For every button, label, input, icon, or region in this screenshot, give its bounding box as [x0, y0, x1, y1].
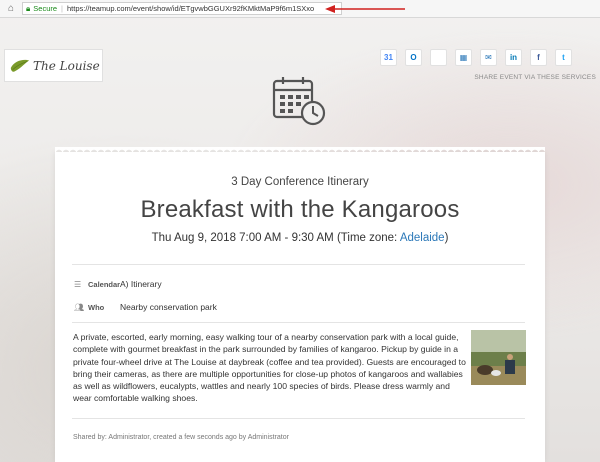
divider [72, 322, 525, 323]
calendar-clock-icon [272, 77, 326, 126]
lock-icon: 🔒︎ [26, 3, 31, 13]
event-photo[interactable] [471, 330, 526, 385]
calendar-value: A) Itinerary [120, 279, 162, 289]
timezone-link[interactable]: Adelaide [400, 232, 445, 244]
event-card: 3 Day Conference Itinerary Breakfast wit… [55, 152, 545, 462]
event-datetime: Thu Aug 9, 2018 7:00 AM - 9:30 AM (Time … [151, 232, 449, 244]
who-value: Nearby conservation park [120, 302, 217, 312]
divider [72, 264, 525, 265]
brand-name: The Louise [33, 58, 100, 73]
calendar-name: 3 Day Conference Itinerary [231, 176, 369, 188]
brand-logo[interactable]: The Louise [4, 49, 103, 82]
share-services: 31 O ▦ ✉ in f t [380, 49, 572, 66]
browser-address-bar: ⌂ 🔒︎ Secure | https://teamup.com/event/s… [0, 0, 600, 18]
secure-label: Secure [33, 4, 58, 13]
event-description: A private, escorted, early morning, easy… [73, 332, 466, 404]
list-icon: ☰ [74, 279, 82, 289]
outlook-icon[interactable]: O [405, 49, 422, 66]
who-label: Who [88, 302, 105, 312]
email-icon[interactable]: ✉ [480, 49, 497, 66]
event-datetime-text: Thu Aug 9, 2018 7:00 AM - 9:30 AM (Time … [151, 232, 400, 244]
google-calendar-icon[interactable]: 31 [380, 49, 397, 66]
event-title: Breakfast with the Kangaroos [140, 196, 460, 223]
url-text[interactable]: https://teamup.com/event/show/id/ETgvwbG… [67, 4, 314, 13]
who-row: 👥︎ Who Nearby conservation park [74, 302, 217, 312]
ical-icon[interactable]: ▦ [455, 49, 472, 66]
twitter-icon[interactable]: t [555, 49, 572, 66]
red-arrow-annotation [325, 5, 405, 13]
calendar-row: ☰ Calendar A) Itinerary [74, 279, 162, 289]
url-field[interactable]: 🔒︎ Secure | https://teamup.com/event/sho… [22, 2, 342, 15]
linkedin-icon[interactable]: in [505, 49, 522, 66]
leaf-logo-icon [10, 59, 30, 72]
facebook-icon[interactable]: f [530, 49, 547, 66]
divider [72, 418, 525, 419]
share-caption: SHARE EVENT VIA THESE SERVICES [474, 74, 596, 81]
people-icon: 👥︎ [74, 302, 85, 312]
apple-icon[interactable] [430, 49, 447, 66]
home-icon[interactable]: ⌂ [4, 3, 18, 14]
calendar-label: Calendar [88, 279, 121, 289]
shared-by-footer: Shared by: Administrator, created a few … [73, 434, 289, 441]
